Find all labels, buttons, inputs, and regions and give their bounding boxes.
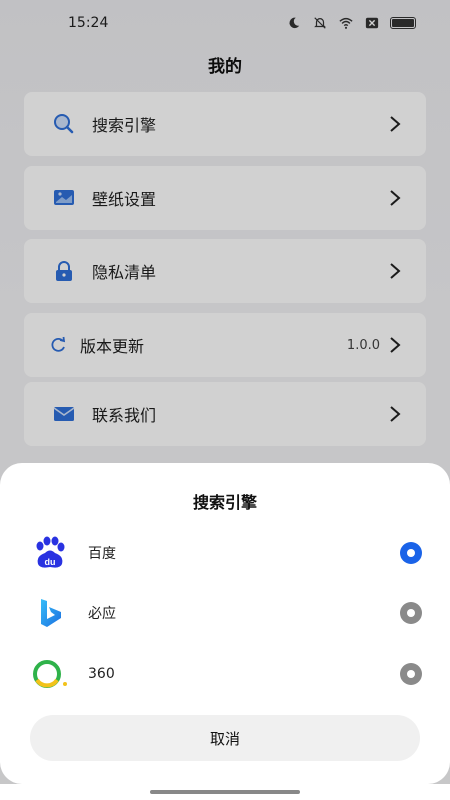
baidu-logo-icon: du — [30, 533, 70, 573]
option-label: 必应 — [88, 606, 116, 622]
search-engine-sheet: 搜索引擎 du 百度 必应 360 取消 — [0, 463, 450, 784]
radio-selected[interactable] — [400, 542, 422, 564]
svg-text:du: du — [45, 557, 56, 567]
option-label: 百度 — [88, 546, 116, 562]
radio-unselected[interactable] — [400, 663, 422, 685]
radio-unselected[interactable] — [400, 602, 422, 624]
360-logo-icon — [30, 654, 70, 694]
option-label: 360 — [88, 666, 115, 682]
option-360[interactable]: 360 — [30, 649, 422, 699]
bing-logo-icon — [30, 593, 70, 633]
home-indicator[interactable] — [150, 790, 300, 794]
option-bing[interactable]: 必应 — [30, 588, 422, 638]
option-baidu[interactable]: du 百度 — [30, 528, 422, 578]
sheet-title: 搜索引擎 — [192, 493, 257, 512]
cancel-button[interactable]: 取消 — [30, 715, 420, 761]
